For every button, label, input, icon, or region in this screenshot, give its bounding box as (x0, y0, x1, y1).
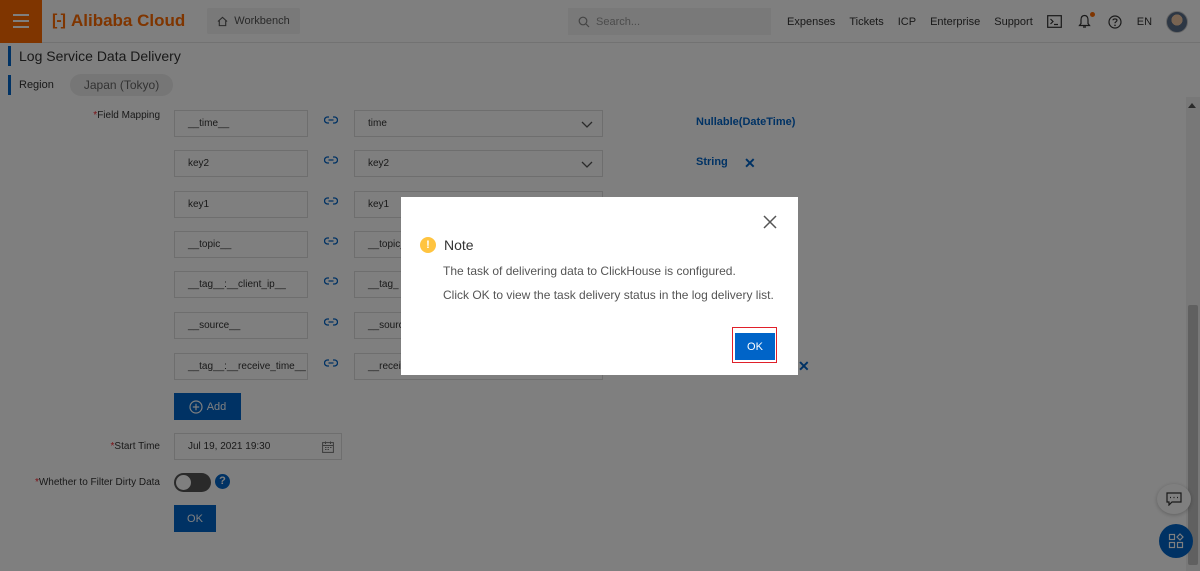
note-dialog: ! Note The task of delivering data to Cl… (401, 197, 798, 375)
dialog-header: ! Note (420, 237, 474, 253)
warning-icon: ! (420, 237, 436, 253)
dialog-message-line-1: The task of delivering data to ClickHous… (443, 264, 736, 278)
dialog-title: Note (444, 237, 474, 253)
close-icon[interactable] (762, 214, 778, 230)
dialog-ok-button[interactable]: OK (735, 333, 775, 360)
dialog-message-line-2: Click OK to view the task delivery statu… (443, 288, 774, 302)
